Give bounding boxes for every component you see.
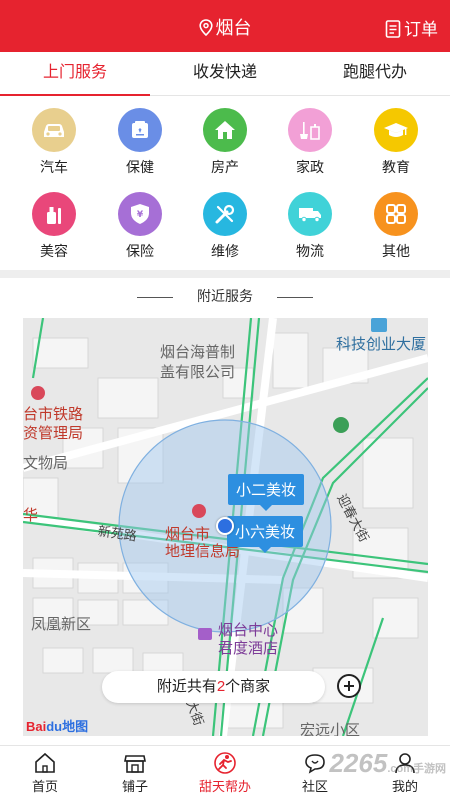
current-location-marker xyxy=(216,517,234,535)
category-repair[interactable]: 维修 xyxy=(180,192,270,261)
map-label-poi: 君度酒店 xyxy=(218,640,279,657)
map-label-area: 宏远小区 xyxy=(300,722,361,736)
city-name: 烟台 xyxy=(215,18,252,38)
house-icon xyxy=(203,108,247,152)
category-label: 家政 xyxy=(296,159,324,175)
category-label: 其他 xyxy=(382,243,410,259)
category-health[interactable]: 保健 xyxy=(95,108,185,177)
nav-label: 我的 xyxy=(391,779,418,794)
count-suffix: 个商家 xyxy=(225,678,271,695)
map-label-poi: 华 xyxy=(23,507,39,524)
insurance-icon: ¥ xyxy=(118,192,162,236)
top-bar: 烟台 订单 xyxy=(0,0,450,52)
tab-express[interactable]: 收发快递 xyxy=(150,52,300,95)
svg-text:¥: ¥ xyxy=(137,210,144,220)
category-label: 汽车 xyxy=(40,159,68,175)
home-icon xyxy=(35,752,55,773)
nearby-section-title: 附近服务 xyxy=(0,286,450,306)
nav-label: 首页 xyxy=(31,779,58,794)
category-beauty[interactable]: 美容 xyxy=(9,192,99,261)
service-tabs: 上门服务 收发快递 跑腿代办 xyxy=(0,52,450,96)
nav-home[interactable]: 首页 xyxy=(0,746,90,800)
nav-label: 社区 xyxy=(301,779,328,794)
map-label-poi: 文物局 xyxy=(23,455,69,472)
category-logistics[interactable]: 物流 xyxy=(265,192,355,261)
category-education[interactable]: 教育 xyxy=(351,108,441,177)
car-icon xyxy=(32,108,76,152)
community-icon xyxy=(305,754,325,774)
map-label-poi: 台市铁路 xyxy=(23,406,84,423)
merchant-count-bar: 附近共有2个商家 xyxy=(102,671,325,703)
map-label-poi: 盖有限公司 xyxy=(160,364,236,381)
category-label: 保险 xyxy=(126,243,154,259)
tab-home-service[interactable]: 上门服务 xyxy=(0,52,150,96)
category-label: 物流 xyxy=(296,243,324,259)
city-selector[interactable]: 烟台 xyxy=(0,14,450,40)
category-label: 教育 xyxy=(382,159,410,175)
runner-icon xyxy=(214,752,236,774)
category-label: 保健 xyxy=(126,159,154,175)
category-label: 维修 xyxy=(211,243,239,259)
nav-shop[interactable]: 铺子 xyxy=(90,746,180,800)
category-realestate[interactable]: 房产 xyxy=(180,108,270,177)
category-label: 房产 xyxy=(211,159,239,175)
category-car[interactable]: 汽车 xyxy=(9,108,99,177)
category-housekeeping[interactable]: 家政 xyxy=(265,108,355,177)
truck-icon xyxy=(288,192,332,236)
merchant-pin[interactable]: 小六美妆 xyxy=(227,516,304,553)
map-label-poi: 科技创业大厦 xyxy=(336,336,427,353)
nav-helper[interactable]: 甜天帮办 xyxy=(180,746,270,800)
title-line-left xyxy=(137,296,173,298)
map-label-area: 凤凰新区 xyxy=(31,616,92,633)
nearby-title-text: 附近服务 xyxy=(197,288,253,304)
zoom-in-button[interactable] xyxy=(337,674,361,698)
nav-label: 甜天帮办 xyxy=(198,779,251,794)
map-label-poi: 烟台海普制 xyxy=(160,344,236,361)
map-label-poi: 资管理局 xyxy=(23,425,84,442)
title-line-right xyxy=(277,296,313,298)
order-list-icon xyxy=(385,20,401,38)
category-label: 美容 xyxy=(40,243,68,259)
section-divider xyxy=(0,270,450,278)
housekeeping-icon xyxy=(288,108,332,152)
health-icon xyxy=(118,108,162,152)
beauty-icon xyxy=(32,192,76,236)
location-pin-icon xyxy=(198,19,213,37)
shop-icon xyxy=(124,755,146,773)
repair-icon xyxy=(203,192,247,236)
nav-label: 铺子 xyxy=(121,779,148,794)
tab-errands[interactable]: 跑腿代办 xyxy=(300,52,450,95)
graduation-cap-icon xyxy=(374,108,418,152)
orders-button[interactable]: 订单 xyxy=(385,15,438,40)
category-other[interactable]: 其他 xyxy=(351,192,441,261)
baidu-map-logo: Baidu地图 xyxy=(26,719,89,734)
grid-icon xyxy=(374,192,418,236)
merchant-count: 2 xyxy=(216,678,226,695)
category-grid: 汽车 保健 房产 家政 教育 美容 ¥ 保险 维修 物流 其他 xyxy=(0,100,450,268)
merchant-pin[interactable]: 小二美妆 xyxy=(228,474,305,511)
category-insurance[interactable]: ¥ 保险 xyxy=(95,192,185,261)
watermark: 2265.com手游网 xyxy=(329,748,446,778)
count-prefix: 附近共有 xyxy=(156,678,217,695)
orders-label: 订单 xyxy=(404,20,438,39)
